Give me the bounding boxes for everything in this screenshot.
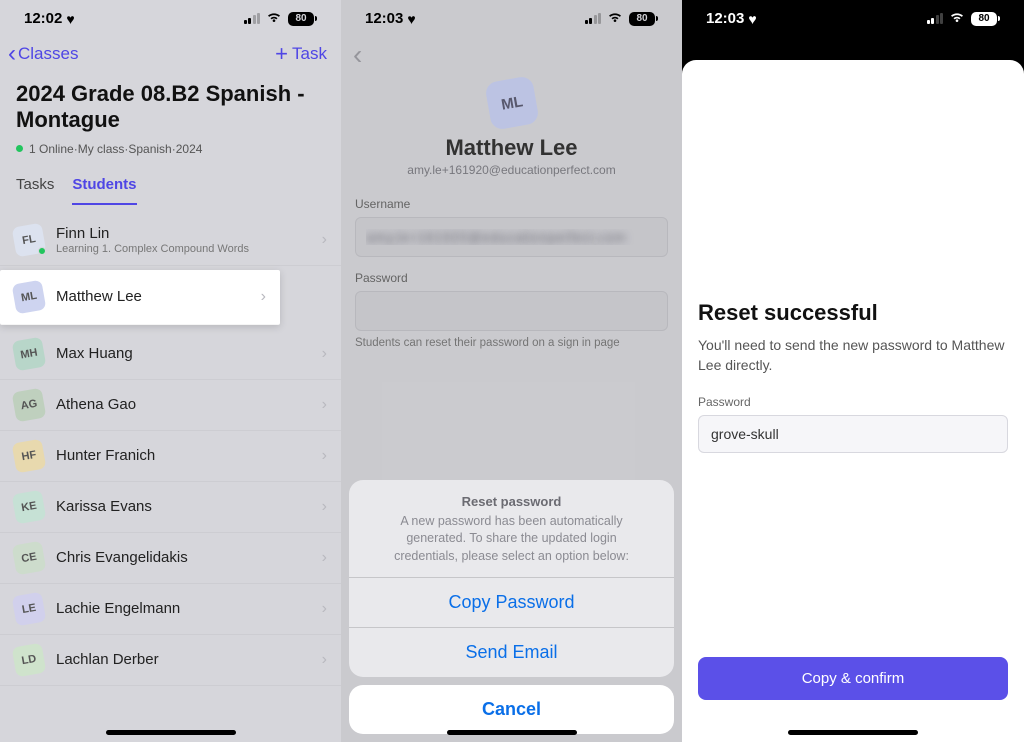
student-activity: Learning 1. Complex Compound Words bbox=[56, 243, 310, 255]
avatar: KE bbox=[12, 489, 47, 524]
student-row[interactable]: MH Max Huang › bbox=[0, 329, 341, 380]
plus-icon: + bbox=[275, 41, 288, 67]
avatar: ML bbox=[12, 279, 47, 314]
password-field[interactable] bbox=[698, 415, 1008, 453]
student-name: Hunter Franich bbox=[56, 447, 310, 464]
password-label: Password bbox=[698, 395, 1008, 409]
student-name: Matthew Lee bbox=[56, 288, 249, 305]
avatar: MH bbox=[12, 336, 47, 371]
avatar: LD bbox=[12, 642, 47, 677]
add-task-label: Task bbox=[292, 44, 327, 64]
chevron-right-icon: › bbox=[322, 447, 327, 465]
result-title: Reset successful bbox=[698, 300, 1008, 326]
student-row[interactable]: CE Chris Evangelidakis › bbox=[0, 533, 341, 584]
student-row[interactable]: LE Lachie Engelmann › bbox=[0, 584, 341, 635]
student-row[interactable]: ML Matthew Lee › bbox=[0, 270, 280, 325]
signal-icon bbox=[927, 13, 944, 24]
back-label: Classes bbox=[18, 44, 78, 64]
student-name: Lachie Engelmann bbox=[56, 600, 310, 617]
wifi-icon bbox=[949, 10, 965, 27]
student-row[interactable]: AG Athena Gao › bbox=[0, 380, 341, 431]
status-time: 12:03 bbox=[706, 10, 744, 27]
chevron-right-icon: › bbox=[322, 498, 327, 516]
status-bar: 12:02 ♥ 80 bbox=[0, 0, 341, 31]
student-row[interactable]: LD Lachlan Derber › bbox=[0, 635, 341, 686]
signal-icon bbox=[244, 13, 261, 24]
wifi-icon bbox=[266, 10, 282, 27]
avatar: HF bbox=[12, 438, 47, 473]
avatar: CE bbox=[12, 540, 47, 575]
cancel-button[interactable]: Cancel bbox=[349, 685, 674, 734]
student-name: Finn Lin bbox=[56, 225, 310, 242]
sheet-title: Reset password bbox=[373, 494, 650, 509]
chevron-right-icon: › bbox=[322, 231, 327, 249]
heart-icon: ♥ bbox=[748, 11, 756, 27]
chevron-left-icon: ‹ bbox=[8, 42, 16, 66]
student-row[interactable]: HF Hunter Franich › bbox=[0, 431, 341, 482]
result-sheet: Reset successful You'll need to send the… bbox=[682, 60, 1024, 742]
tab-tasks[interactable]: Tasks bbox=[16, 168, 54, 205]
student-name: Lachlan Derber bbox=[56, 651, 310, 668]
student-list: FLFinn LinLearning 1. Complex Compound W… bbox=[0, 215, 341, 686]
status-time: 12:02 bbox=[24, 10, 62, 27]
send-email-button[interactable]: Send Email bbox=[349, 627, 674, 677]
action-sheet: Reset password A new password has been a… bbox=[349, 480, 674, 735]
student-row[interactable]: KE Karissa Evans › bbox=[0, 482, 341, 533]
chevron-right-icon: › bbox=[322, 600, 327, 618]
avatar: LE bbox=[12, 591, 47, 626]
status-bar: 12:03 ♥ 80 bbox=[682, 0, 1024, 31]
add-task-button[interactable]: + Task bbox=[275, 41, 327, 67]
chevron-right-icon: › bbox=[322, 396, 327, 414]
student-name: Athena Gao bbox=[56, 396, 310, 413]
battery-icon: 80 bbox=[971, 12, 1000, 26]
copy-confirm-button[interactable]: Copy & confirm bbox=[698, 657, 1008, 700]
online-dot-icon bbox=[16, 145, 23, 152]
chevron-right-icon: › bbox=[261, 288, 266, 306]
sheet-description: A new password has been automatically ge… bbox=[373, 513, 650, 566]
student-name: Max Huang bbox=[56, 345, 310, 362]
chevron-right-icon: › bbox=[322, 651, 327, 669]
home-indicator[interactable] bbox=[447, 730, 577, 735]
result-description: You'll need to send the new password to … bbox=[698, 336, 1008, 375]
avatar: AG bbox=[12, 387, 47, 422]
battery-icon: 80 bbox=[288, 12, 317, 26]
student-row[interactable]: FLFinn LinLearning 1. Complex Compound W… bbox=[0, 215, 341, 266]
chevron-right-icon: › bbox=[322, 549, 327, 567]
student-name: Chris Evangelidakis bbox=[56, 549, 310, 566]
home-indicator[interactable] bbox=[788, 730, 918, 735]
student-name: Karissa Evans bbox=[56, 498, 310, 515]
back-button[interactable]: ‹ Classes bbox=[8, 42, 78, 66]
home-indicator[interactable] bbox=[106, 730, 236, 735]
tab-students[interactable]: Students bbox=[72, 168, 136, 205]
copy-password-button[interactable]: Copy Password bbox=[349, 577, 674, 627]
tabs: Tasks Students bbox=[0, 168, 341, 205]
online-dot-icon bbox=[38, 247, 46, 255]
chevron-right-icon: › bbox=[322, 345, 327, 363]
page-title: 2024 Grade 08.B2 Spanish - Montague bbox=[0, 75, 341, 138]
page-meta: 1 Online·My class·Spanish·2024 bbox=[0, 138, 341, 168]
heart-icon: ♥ bbox=[66, 11, 74, 27]
